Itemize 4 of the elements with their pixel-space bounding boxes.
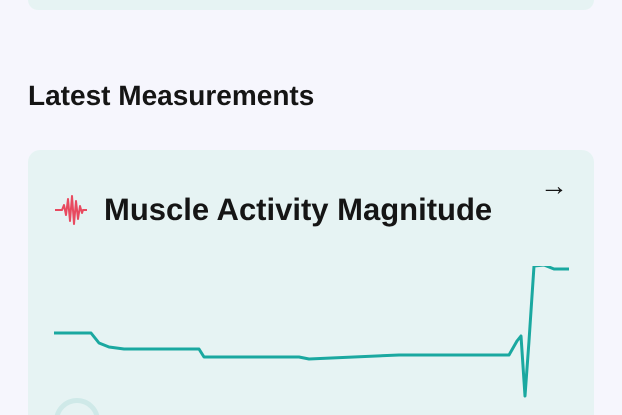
open-arrow[interactable]: →: [540, 172, 568, 200]
card-title: Muscle Activity Magnitude: [104, 192, 494, 228]
measurement-card[interactable]: Muscle Activity Magnitude →: [28, 150, 594, 415]
section-title: Latest Measurements: [28, 80, 316, 112]
